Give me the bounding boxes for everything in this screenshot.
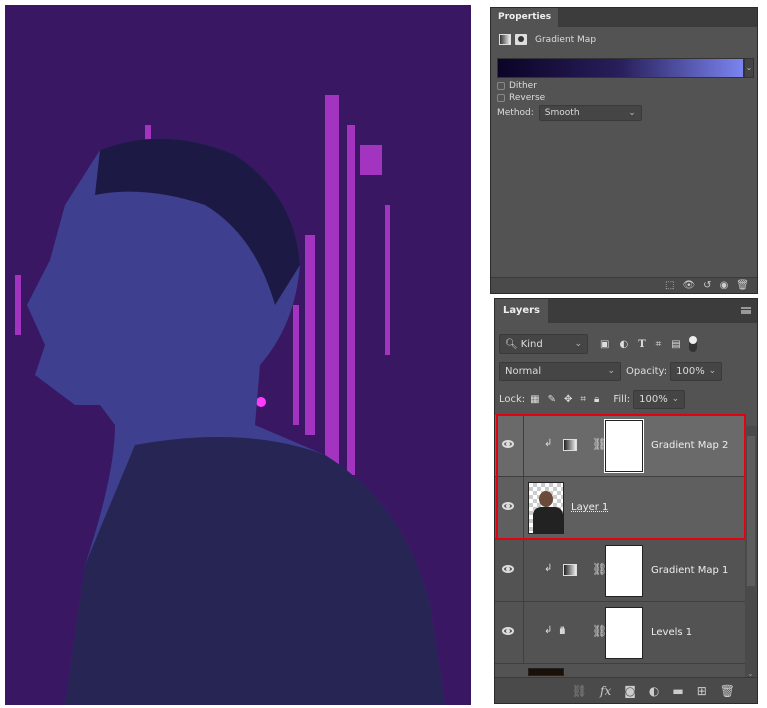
gradient-picker[interactable] <box>497 58 744 78</box>
layer-name[interactable]: Gradient Map 2 <box>651 440 728 451</box>
fx-icon[interactable]: fx <box>600 684 611 698</box>
clipping-arrow-icon: ↲ <box>544 438 553 449</box>
pixel-filter-icon[interactable]: ▣ <box>600 339 609 350</box>
layer-mask-thumbnail[interactable] <box>605 607 643 659</box>
new-layer-icon[interactable]: ⊞ <box>697 684 707 698</box>
layer-name[interactable]: Layer 1 <box>571 502 608 513</box>
add-mask-icon[interactable]: ◙ <box>624 684 636 698</box>
gradient-map-icon <box>563 564 577 576</box>
layer-mask-thumbnail[interactable] <box>604 419 644 473</box>
adjustment-name: Gradient Map <box>535 34 597 45</box>
layer-thumbnail[interactable] <box>528 482 564 534</box>
new-group-icon[interactable]: ▬ <box>672 684 683 698</box>
layers-scrollbar[interactable]: ⌄ <box>745 426 757 680</box>
lock-image-icon[interactable]: ✎ <box>548 394 556 405</box>
layer-mask-thumbnail[interactable] <box>605 545 643 597</box>
search-icon: 🔍︎ <box>505 338 518 350</box>
clip-to-layer-icon[interactable]: ⬚ <box>665 280 674 291</box>
adjustment-filter-icon[interactable]: ◐ <box>619 339 628 350</box>
levels-icon: ılıllı <box>559 626 566 637</box>
gradient-map-icon[interactable] <box>499 34 511 45</box>
new-adjustment-icon[interactable]: ◐ <box>649 684 659 698</box>
visibility-eye-icon[interactable] <box>502 627 514 635</box>
layers-panel: Layers 🔍︎ Kind ⌄ ▣ ◐ T ⌗ ▤ Normal ⌄ Opacity… <box>494 298 758 704</box>
panel-menu-icon[interactable] <box>741 307 751 314</box>
tab-layers[interactable]: Layers <box>495 299 548 323</box>
method-select[interactable]: Smooth ⌄ <box>538 105 642 121</box>
mask-icon[interactable] <box>515 34 527 45</box>
reverse-checkbox[interactable]: Reverse <box>497 93 545 103</box>
lock-artboard-icon[interactable]: ⌗ <box>580 394 586 405</box>
clipping-arrow-icon: ↲ <box>544 563 553 574</box>
properties-panel: Properties Gradient Map ⌄ Dither Reverse… <box>490 7 758 294</box>
layer-thumbnail <box>528 668 564 676</box>
visibility-eye-icon[interactable] <box>502 565 514 573</box>
visibility-eye-icon[interactable] <box>502 440 514 448</box>
layer-row-levels-1[interactable]: ↲ ılıllı ⛓ Levels 1 <box>495 602 745 664</box>
lock-transparent-icon[interactable]: ▦ <box>530 394 539 405</box>
shape-filter-icon[interactable]: ⌗ <box>656 339 662 350</box>
lock-label: Lock: <box>499 394 526 405</box>
method-label: Method: <box>497 108 534 118</box>
type-filter-icon[interactable]: T <box>638 339 645 350</box>
reset-icon[interactable]: ↺ <box>703 280 711 291</box>
filter-toggle[interactable] <box>688 336 697 352</box>
gradient-dropdown[interactable]: ⌄ <box>744 58 754 78</box>
tab-properties[interactable]: Properties <box>491 8 559 27</box>
layer-row-layer-1[interactable]: Layer 1 <box>495 477 745 539</box>
lock-all-icon[interactable]: 🔒︎ <box>594 394 599 405</box>
clipping-arrow-icon: ↲ <box>544 625 553 636</box>
filter-kind-select[interactable]: 🔍︎ Kind ⌄ <box>499 334 588 354</box>
document-canvas[interactable] <box>5 5 471 705</box>
portrait-image <box>5 5 471 705</box>
smart-object-filter-icon[interactable]: ▤ <box>671 339 680 350</box>
link-layers-icon[interactable]: ⛓ <box>572 684 587 698</box>
layer-row-gradient-map-1[interactable]: ↲ ⛓ Gradient Map 1 <box>495 540 745 602</box>
visibility-eye-icon[interactable] <box>502 502 514 510</box>
gradient-map-icon <box>563 439 577 451</box>
delete-icon[interactable]: 🗑 <box>736 280 749 291</box>
layer-name[interactable]: Gradient Map 1 <box>651 565 728 576</box>
view-previous-icon[interactable]: 👁 <box>682 280 695 291</box>
dither-checkbox[interactable]: Dither <box>497 81 537 91</box>
blend-mode-select[interactable]: Normal ⌄ <box>499 362 621 381</box>
opacity-input[interactable]: 100% ⌄ <box>670 362 723 381</box>
lock-position-icon[interactable]: ✥ <box>564 394 572 405</box>
layer-name[interactable]: Levels 1 <box>651 627 692 638</box>
delete-layer-icon[interactable]: 🗑 <box>720 684 735 698</box>
fill-label: Fill: <box>613 394 631 405</box>
visibility-icon[interactable]: ◉ <box>720 280 729 291</box>
opacity-label: Opacity: <box>626 366 668 377</box>
layer-row-gradient-map-2[interactable]: ↲ ⛓ Gradient Map 2 <box>495 415 745 477</box>
fill-input[interactable]: 100% ⌄ <box>633 390 686 409</box>
